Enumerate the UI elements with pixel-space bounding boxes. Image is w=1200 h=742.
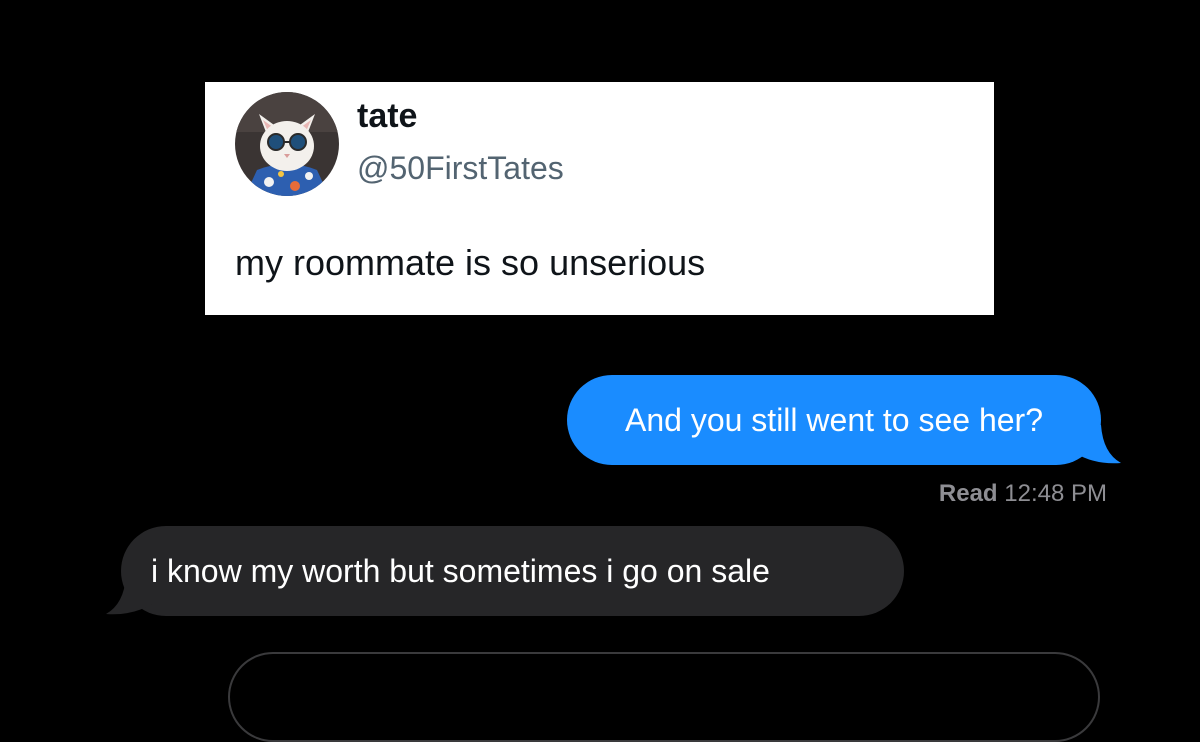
sent-message-text: And you still went to see her? [624,402,1043,438]
tweet-handle[interactable]: @50FirstTates [357,148,564,188]
tweet-text: my roommate is so unserious [235,242,706,283]
received-message-text: i know my worth but sometimes i go on sa… [151,553,770,589]
tweet-card: tate @50FirstTates my roommate is so uns… [205,82,994,315]
sent-message-bubble[interactable]: And you still went to see her? [567,375,1101,465]
read-receipt-label: Read [938,480,998,507]
cat-avatar-icon [235,92,339,196]
avatar[interactable] [235,92,339,196]
read-receipt: Read 12:48 PM [939,478,1107,510]
received-message-bubble[interactable]: i know my worth but sometimes i go on sa… [121,526,904,616]
received-bubble-tail [106,576,152,615]
read-receipt-time: 12:48 PM [1004,480,1107,507]
message-input[interactable] [228,652,1100,742]
sent-bubble-tail [1075,425,1121,464]
tweet-display-name[interactable]: tate [357,96,417,136]
